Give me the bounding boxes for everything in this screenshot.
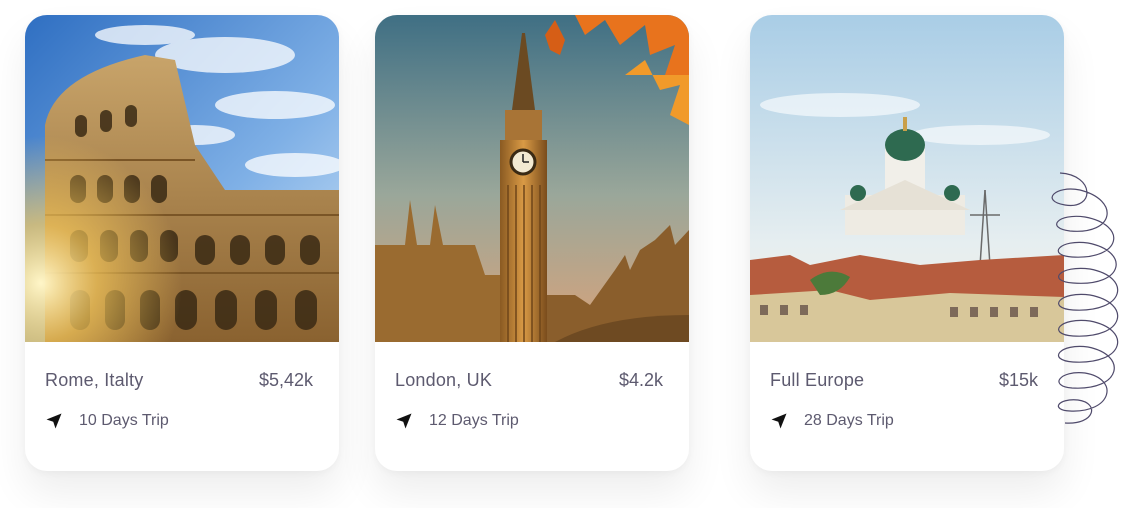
- trip-card-rome[interactable]: Rome, Italty $5,42k 10 Days Trip: [25, 15, 339, 471]
- card-title: Full Europe: [770, 370, 865, 390]
- navigation-arrow-icon: [771, 413, 787, 429]
- trip-duration-text: 28 Days Trip: [804, 412, 894, 429]
- trip-card-full-europe[interactable]: Full Europe $15k 28 Days Trip: [750, 15, 1064, 471]
- trip-card-london[interactable]: London, UK $4.2k 12 Days Trip: [375, 15, 689, 471]
- navigation-arrow-icon: [46, 413, 62, 429]
- trip-duration: 28 Days Trip: [770, 410, 894, 432]
- spiral-loop-decoration: [1051, 172, 1119, 424]
- card-title: London, UK: [395, 370, 493, 390]
- trip-duration-text: 12 Days Trip: [429, 412, 519, 429]
- big-ben-photo: [375, 15, 689, 342]
- card-price: $4.2k: [618, 370, 663, 390]
- colosseum-photo: [25, 15, 339, 342]
- helsinki-cathedral-photo: [750, 15, 1064, 342]
- card-price: $15k: [998, 370, 1038, 390]
- navigation-arrow-icon: [396, 413, 412, 429]
- card-price: $5,42k: [258, 370, 313, 390]
- card-title: Rome, Italty: [45, 370, 144, 390]
- trip-duration: 10 Days Trip: [45, 410, 169, 432]
- trip-duration: 12 Days Trip: [395, 410, 519, 432]
- trip-duration-text: 10 Days Trip: [79, 412, 169, 429]
